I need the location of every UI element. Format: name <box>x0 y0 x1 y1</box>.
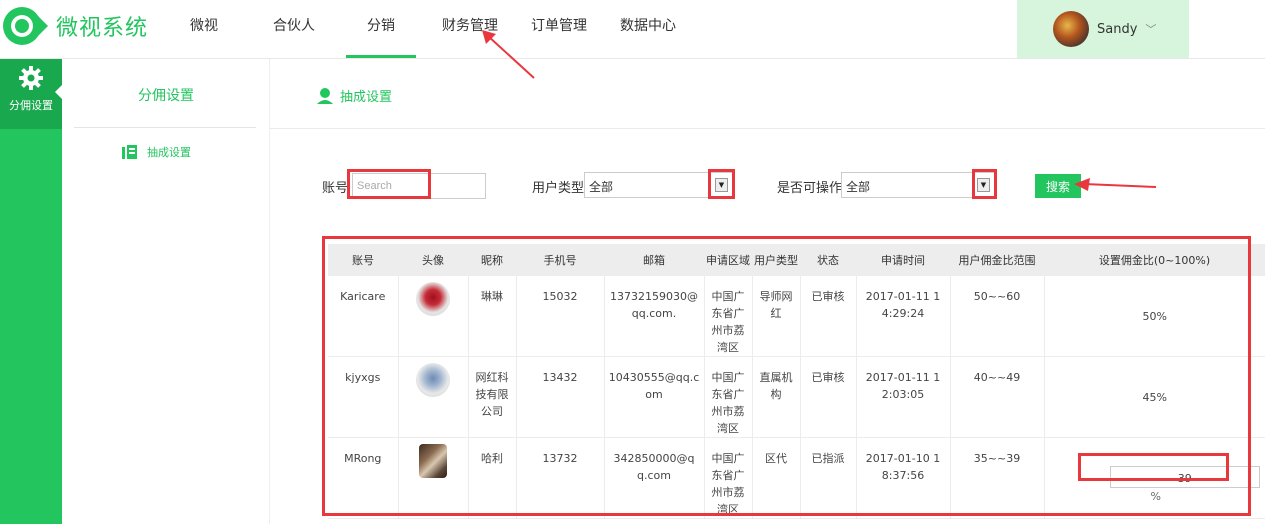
avatar-cell <box>398 356 469 438</box>
account-search-input[interactable] <box>352 173 486 199</box>
operable-value: 全部 <box>846 180 871 194</box>
email-cell: 342850000@qq.com <box>604 437 705 519</box>
time-cell: 2017-01-11 14:29:24 <box>856 276 951 357</box>
gear-icon <box>19 66 43 90</box>
nav-item-partner[interactable]: 合伙人 <box>273 15 315 35</box>
region-cell: 中国广东省广州市荔湾区 <box>704 276 753 357</box>
sidebar-item-commission-settings[interactable]: 分佣设置 <box>0 59 62 129</box>
active-indicator <box>55 85 62 99</box>
nav-item-finance[interactable]: 财务管理 <box>442 15 498 35</box>
nav-item-orders[interactable]: 订单管理 <box>531 15 587 35</box>
active-nav-underline <box>346 55 416 58</box>
column-header: 头像 <box>398 244 468 276</box>
draw-settings-icon <box>122 145 137 159</box>
nickname-cell: 哈利 <box>468 437 517 519</box>
user-name: Sandy <box>1097 21 1138 37</box>
column-header: 状态 <box>800 244 856 276</box>
user-icon <box>317 87 333 104</box>
email-cell: 10430555@qq.com <box>604 356 705 438</box>
main-content: 抽成设置 账号 用户类型 全部 ▼ 是否可操作 全部 ▼ 搜索 账号 头像 昵称 <box>270 59 1265 524</box>
commission-ratio-input[interactable]: 39 <box>1109 465 1260 488</box>
avatar-cell <box>398 276 469 357</box>
column-header: 用户佣金比范围 <box>950 244 1044 276</box>
operable-select[interactable]: 全部 ▼ <box>841 172 996 198</box>
nickname-cell: 琳琳 <box>468 276 517 357</box>
table-row[interactable]: Karicare 琳琳 15032 13732159030@qq.com. 中国… <box>328 276 1265 357</box>
phone-cell: 13732 <box>516 437 605 519</box>
nav-item-distribution[interactable]: 分销 <box>367 15 395 35</box>
account-label: 账号 <box>322 181 349 196</box>
nav-item-weishi[interactable]: 微视 <box>190 15 218 35</box>
email-cell: 13732159030@qq.com. <box>604 276 705 357</box>
phone-cell: 13432 <box>516 356 605 438</box>
table-header-row: 账号 头像 昵称 手机号 邮箱 申请区域 用户类型 状态 申请时间 用户佣金比范… <box>328 244 1265 276</box>
commission-table: 账号 头像 昵称 手机号 邮箱 申请区域 用户类型 状态 申请时间 用户佣金比范… <box>328 244 1265 519</box>
range-cell: 35~~39 <box>950 437 1045 519</box>
user-type-label: 用户类型 <box>532 181 585 196</box>
range-cell: 50~~60 <box>950 276 1045 357</box>
sidebar-item-label: 分佣设置 <box>9 99 53 112</box>
operable-label: 是否可操作 <box>777 181 843 196</box>
chevron-down-icon: ﹀ <box>1145 23 1157 36</box>
app-logo[interactable]: 微视系统 <box>0 6 148 46</box>
region-cell: 中国广东省广州市荔湾区 <box>704 356 753 438</box>
table-row[interactable]: kjyxgs 网红科技有限公司 13432 10430555@qq.com 中国… <box>328 356 1265 438</box>
time-cell: 2017-01-11 12:03:05 <box>856 356 951 438</box>
avatar <box>416 282 450 316</box>
secondary-sidebar: 分佣设置 抽成设置 <box>62 59 270 524</box>
account-cell: MRong <box>328 437 399 519</box>
status-cell: 已审核 <box>800 356 857 438</box>
column-header: 申请区域 <box>704 244 752 276</box>
column-header: 用户类型 <box>752 244 800 276</box>
ratio-cell: 45% <box>1044 356 1265 438</box>
nav-item-data-center[interactable]: 数据中心 <box>620 15 676 35</box>
content-header: 抽成设置 <box>270 59 1265 129</box>
avatar <box>416 363 450 397</box>
column-header: 手机号 <box>516 244 604 276</box>
account-cell: kjyxgs <box>328 356 399 438</box>
primary-sidebar: 分佣设置 <box>0 59 62 524</box>
column-header: 设置佣金比(0~100%) <box>1044 244 1265 276</box>
logo-text: 微视系统 <box>56 16 149 41</box>
search-button[interactable]: 搜索 <box>1035 174 1081 198</box>
user-type-value: 全部 <box>589 180 614 194</box>
user-type-select[interactable]: 全部 ▼ <box>584 172 734 198</box>
status-cell: 已指派 <box>800 437 857 519</box>
avatar-cell <box>398 437 469 519</box>
column-header: 昵称 <box>468 244 516 276</box>
user-menu[interactable]: Sandy ﹀ <box>1017 0 1189 58</box>
column-header: 账号 <box>328 244 398 276</box>
percent-suffix: % <box>1150 489 1161 503</box>
phone-cell: 15032 <box>516 276 605 357</box>
ratio-cell: 39% <box>1044 437 1265 519</box>
column-header: 邮箱 <box>604 244 704 276</box>
user-type-cell: 直属机构 <box>752 356 801 438</box>
avatar <box>419 444 447 478</box>
time-cell: 2017-01-10 18:37:56 <box>856 437 951 519</box>
top-header: 微视系统 微视 合伙人 分销 财务管理 订单管理 数据中心 Sandy ﹀ <box>0 0 1265 59</box>
region-cell: 中国广东省广州市荔湾区 <box>704 437 753 519</box>
eye-logo-icon <box>0 6 48 46</box>
column-header: 申请时间 <box>856 244 950 276</box>
section-title-text: 抽成设置 <box>340 90 393 105</box>
user-type-cell: 导师网红 <box>752 276 801 357</box>
ratio-cell: 50% <box>1044 276 1265 357</box>
dropdown-arrow-icon[interactable]: ▼ <box>715 178 728 192</box>
section-title: 抽成设置 <box>316 86 392 105</box>
nickname-cell: 网红科技有限公司 <box>468 356 517 438</box>
subnav-item-label: 抽成设置 <box>147 146 191 159</box>
range-cell: 40~~49 <box>950 356 1045 438</box>
user-avatar <box>1053 11 1089 47</box>
secondary-sidebar-title: 分佣设置 <box>138 88 194 104</box>
account-cell: Karicare <box>328 276 399 357</box>
status-cell: 已审核 <box>800 276 857 357</box>
user-type-cell: 区代 <box>752 437 801 519</box>
subnav-item-draw-settings[interactable]: 抽成设置 <box>122 144 191 160</box>
divider <box>74 127 256 128</box>
dropdown-arrow-icon[interactable]: ▼ <box>977 178 990 192</box>
table-row[interactable]: MRong 哈利 13732 342850000@qq.com 中国广东省广州市… <box>328 437 1265 519</box>
